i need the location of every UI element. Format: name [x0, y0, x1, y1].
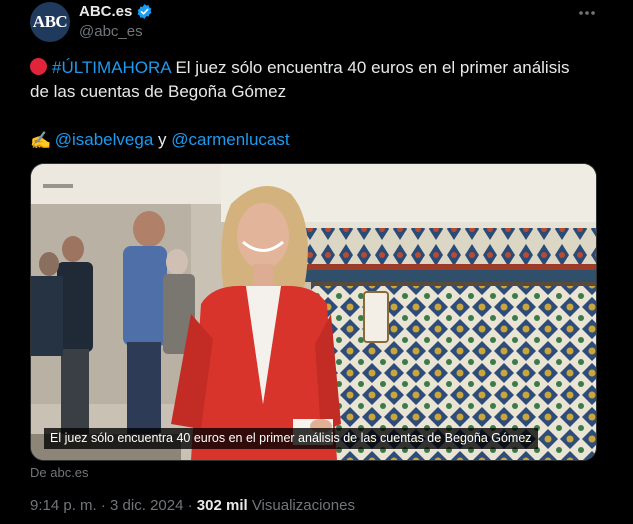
red-circle-icon — [30, 58, 47, 75]
media-card[interactable]: El juez sólo encuentra 40 euros en el pr… — [30, 163, 597, 461]
hashtag-link[interactable]: #ÚLTIMAHORA — [52, 58, 171, 77]
tweet-time[interactable]: 9:14 p. m. — [30, 497, 97, 514]
tweet-text-line2: de las cuentas de Begoña Gómez — [30, 82, 287, 101]
views-count[interactable]: 302 mil — [197, 497, 248, 514]
meta-separator-2: · — [183, 497, 197, 514]
tweet-text: #ÚLTIMAHORA El juez sólo encuentra 40 eu… — [30, 56, 605, 153]
meta-separator: · — [96, 497, 111, 514]
tweet-text-line1: El juez sólo encuentra 40 euros en el pr… — [170, 58, 570, 77]
verified-badge-icon — [137, 4, 152, 19]
author-handle[interactable]: @abc_es — [79, 23, 143, 40]
author-avatar[interactable]: ABC — [30, 2, 70, 42]
views-label: Visualizaciones — [247, 497, 355, 514]
mention-link-2[interactable]: @carmenlucast — [171, 130, 289, 149]
mention-link-1[interactable]: @isabelvega — [55, 130, 154, 149]
tweet-date[interactable]: 3 dic. 2024 — [110, 497, 183, 514]
media-caption: El juez sólo encuentra 40 euros en el pr… — [44, 428, 538, 449]
mention-conjunction: y — [153, 130, 172, 149]
author-display-name[interactable]: ABC.es — [79, 3, 132, 20]
source-link[interactable]: De abc.es — [30, 465, 89, 480]
tweet-meta: 9:14 p. m. · 3 dic. 2024 · 302 mil Visua… — [30, 497, 355, 514]
more-options-icon[interactable] — [576, 2, 598, 24]
writing-hand-icon: ✍ — [30, 131, 52, 150]
news-photo — [31, 164, 596, 460]
author-name-row: ABC.es — [79, 3, 153, 20]
